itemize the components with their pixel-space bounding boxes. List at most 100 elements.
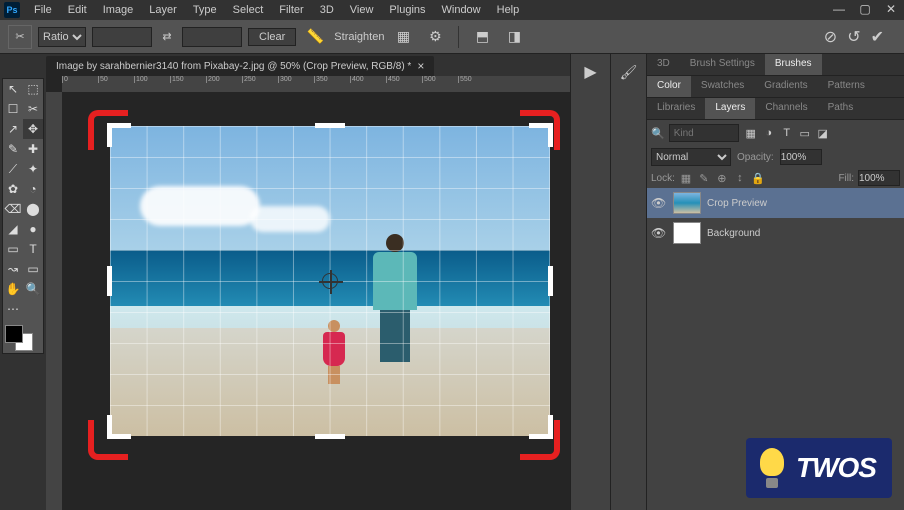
frame-tool-icon[interactable]: ✎ [3,139,23,159]
filter-smart-icon[interactable]: ◪ [815,127,831,140]
menu-type[interactable]: Type [185,2,225,18]
blend-mode-select[interactable]: Normal [651,148,731,166]
crop-handle-bottom[interactable] [315,434,345,439]
menu-window[interactable]: Window [434,2,489,18]
tab-layers[interactable]: Layers [705,98,755,119]
tab-brushes[interactable]: Brushes [765,54,822,75]
gradient-tool-icon[interactable]: ⬤ [23,199,43,219]
hand-tool-icon[interactable]: ✋ [3,279,23,299]
menu-select[interactable]: Select [225,2,272,18]
menu-file[interactable]: File [26,2,60,18]
tab-color[interactable]: Color [647,76,691,97]
clear-button[interactable]: Clear [248,28,296,46]
lock-position-icon[interactable]: ⊕ [715,172,729,185]
crop-handle-left[interactable] [107,266,112,296]
layer-name: Crop Preview [707,198,767,209]
filter-shape-icon[interactable]: ▭ [797,127,813,140]
crop-ratio-select[interactable]: Ratio [38,27,86,47]
menu-filter[interactable]: Filter [271,2,311,18]
tab-brush-settings[interactable]: Brush Settings [680,54,765,75]
layers-panel-tabs: Libraries Layers Channels Paths [647,98,904,120]
eraser-tool-icon[interactable]: ⌫ [3,199,23,219]
zoom-tool-icon[interactable]: 🔍 [23,279,43,299]
visibility-toggle-icon[interactable]: 👁 [651,196,667,210]
straighten-icon[interactable]: 📏 [302,25,328,49]
menu-layer[interactable]: Layer [141,2,185,18]
window-minimize-icon[interactable]: — [830,2,848,16]
type-tool-icon[interactable]: T [23,239,43,259]
lasso-tool-icon[interactable]: ✂ [23,99,43,119]
menu-edit[interactable]: Edit [60,2,95,18]
rectangle-tool-icon[interactable]: ▭ [23,259,43,279]
fill-input[interactable] [858,170,900,186]
canvas-area: 050100150200250300350400450500550 [46,76,570,510]
lock-label: Lock: [651,173,675,184]
brush-tool-icon[interactable]: ✦ [23,159,43,179]
reset-crop-icon[interactable]: ↺ [847,27,860,47]
delete-cropped-icon[interactable]: ⬒ [469,25,495,49]
tab-channels[interactable]: Channels [755,98,817,119]
layer-filter-input[interactable] [669,124,739,142]
overlay-grid-icon[interactable]: ▦ [390,25,416,49]
history-brush-icon[interactable]: ◔ [23,179,43,199]
crop-tool-icon[interactable]: ✥ [23,119,43,139]
eyedropper-tool-icon[interactable]: ✚ [23,139,43,159]
window-close-icon[interactable]: ✕ [882,2,900,16]
lock-pixels-icon[interactable]: ✎ [697,172,711,185]
menu-3d[interactable]: 3D [312,2,342,18]
menu-view[interactable]: View [342,2,382,18]
healing-tool-icon[interactable]: ⟋ [3,159,23,179]
crop-tool-icon[interactable]: ✂ [8,25,32,49]
layer-thumbnail[interactable] [673,192,701,214]
lock-transparent-icon[interactable]: ▦ [679,172,693,185]
marquee-tool-icon[interactable]: ☐ [3,99,23,119]
clone-tool-icon[interactable]: ✿ [3,179,23,199]
edit-toolbar-icon[interactable]: ⋯ [3,299,23,319]
layer-row[interactable]: 👁 Background [647,218,904,248]
crop-box[interactable] [110,126,550,436]
blur-tool-icon[interactable]: ◢ [3,219,23,239]
crop-center-icon[interactable] [322,273,338,289]
dodge-tool-icon[interactable]: ● [23,219,43,239]
foreground-color[interactable] [5,325,23,343]
crop-height-input[interactable] [182,27,242,47]
layer-thumbnail[interactable] [673,222,701,244]
commit-crop-icon[interactable]: ✔ [871,27,884,47]
filter-type-icon[interactable]: T [779,127,795,140]
lock-artboard-icon[interactable]: ↕ [733,172,747,184]
tab-3d[interactable]: 3D [647,54,680,75]
artboard-tool-icon[interactable]: ⬚ [23,79,43,99]
path-select-icon[interactable]: ↝ [3,259,23,279]
menu-image[interactable]: Image [95,2,142,18]
crop-handle-top[interactable] [315,123,345,128]
filter-adjust-icon[interactable]: ◑ [761,127,777,140]
menu-plugins[interactable]: Plugins [381,2,433,18]
close-tab-icon[interactable]: × [417,59,424,73]
tab-gradients[interactable]: Gradients [754,76,817,97]
visibility-toggle-icon[interactable]: 👁 [651,226,667,240]
document-tab[interactable]: Image by sarahbernier3140 from Pixabay-2… [46,56,434,76]
lock-all-icon[interactable]: 🔒 [751,172,765,185]
opacity-input[interactable] [780,149,822,165]
layer-row[interactable]: 👁 Crop Preview [647,188,904,218]
color-swatch[interactable] [3,323,43,353]
tab-libraries[interactable]: Libraries [647,98,705,119]
crop-settings-gear-icon[interactable]: ⚙ [422,25,448,49]
window-maximize-icon[interactable]: ▢ [856,2,874,16]
crop-handle-right[interactable] [548,266,553,296]
quick-select-tool-icon[interactable]: ↗ [3,119,23,139]
canvas[interactable] [62,92,570,510]
move-tool-icon[interactable]: ↖ [3,79,23,99]
tab-paths[interactable]: Paths [818,98,864,119]
pen-tool-icon[interactable]: ▭ [3,239,23,259]
swap-dimensions-icon[interactable]: ⇄ [158,30,176,43]
tab-swatches[interactable]: Swatches [691,76,754,97]
brush-panel-icon[interactable]: 🖌 [611,58,646,86]
tab-patterns[interactable]: Patterns [818,76,875,97]
actions-play-icon[interactable]: ▶ [571,58,610,86]
content-aware-icon[interactable]: ◨ [501,25,527,49]
crop-width-input[interactable] [92,27,152,47]
filter-pixel-icon[interactable]: ▦ [743,127,759,140]
cancel-crop-icon[interactable]: ⊘ [824,27,837,47]
menu-help[interactable]: Help [489,2,528,18]
